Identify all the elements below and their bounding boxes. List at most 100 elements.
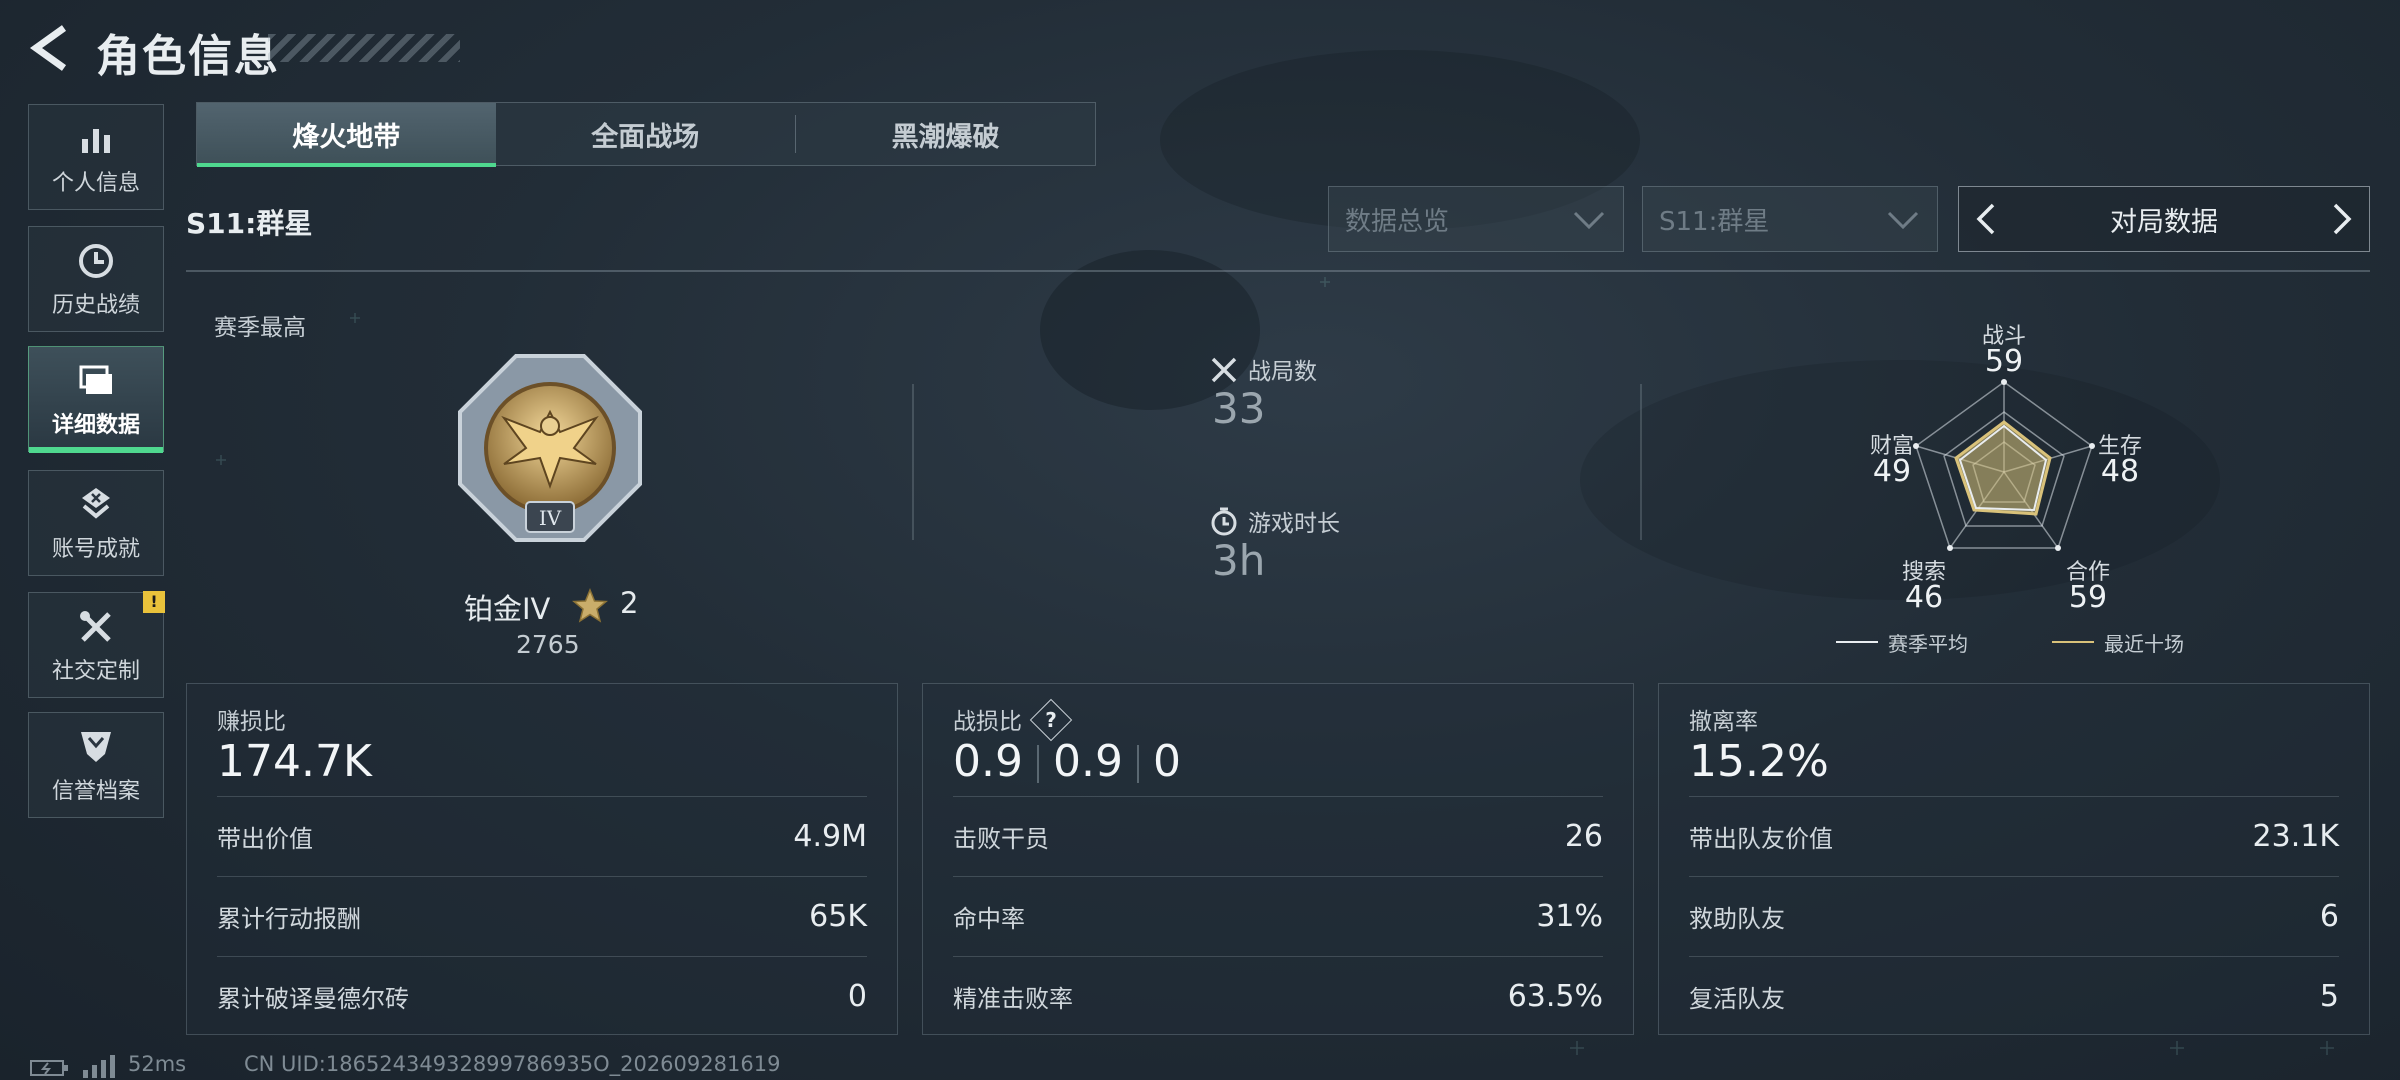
rank-badge-numeral: IV <box>539 506 562 530</box>
back-arrow-icon <box>29 25 67 71</box>
stopwatch-icon <box>1211 507 1237 536</box>
section-divider <box>186 270 2370 272</box>
chevron-down-icon <box>1573 211 1605 230</box>
playtime-label: 游戏时长 <box>1248 511 1340 537</box>
help-icon[interactable]: ? <box>1029 698 1073 741</box>
bar-chart-icon <box>74 117 118 161</box>
stat-value: 0 <box>847 978 867 1014</box>
chevron-down-icon <box>1887 211 1919 230</box>
stat-row: 击败干员 26 <box>953 796 1603 875</box>
kd-value-b: 0.9 <box>1052 736 1123 787</box>
radar-value-search: 46 <box>1904 580 1944 615</box>
chevron-left-icon[interactable] <box>1973 201 1999 237</box>
data-type-label: 对局数据 <box>2110 206 2218 238</box>
achievement-badge-icon <box>74 483 118 527</box>
radar-value-wealth: 49 <box>1872 454 1912 489</box>
sidebar-item-social-custom[interactable]: 社交定制 ! <box>28 591 165 698</box>
stat-label: 累计破译曼德尔砖 <box>217 984 409 1013</box>
stat-label: 带出队友价值 <box>1689 824 1833 853</box>
card-title: 撤离率 <box>1689 709 1758 735</box>
kd-ratio-card: 战损比? 0.9 0.9 0 击败干员 26 命中率 31% 精准击败率 63.5% <box>922 683 1634 1035</box>
overview-dropdown[interactable]: 数据总览 <box>1328 186 1624 252</box>
card-main-value: 174.7K <box>217 736 372 787</box>
card-main-value: 15.2% <box>1689 736 1829 787</box>
title-decoration <box>268 34 460 62</box>
sidebar-item-label: 个人信息 <box>51 171 140 196</box>
folder-stack-icon <box>74 359 118 403</box>
tools-wrench-icon <box>74 605 118 649</box>
value-divider <box>1036 745 1039 783</box>
value-divider <box>1136 745 1139 783</box>
sidebar-item-detailed-data[interactable]: 详细数据 <box>28 346 164 453</box>
mode-tabs: 烽火地带 全面战场 黑潮爆破 <box>196 102 1096 167</box>
stat-label: 击败干员 <box>953 824 1049 853</box>
sidebar-item-credit[interactable]: 信誉档案 <box>28 712 164 818</box>
user-uid: CN UID:18652434932899786935O_20260928161… <box>244 1052 781 1076</box>
stat-row: 精准击败率 63.5% <box>953 956 1603 1035</box>
rank-star-icon <box>572 588 608 623</box>
matches-label: 战局数 <box>1248 359 1317 385</box>
stat-row: 累计破译曼德尔砖 0 <box>217 956 867 1035</box>
summary-divider <box>912 384 914 540</box>
stat-value: 26 <box>1564 818 1603 854</box>
legend-recent-label: 最近十场 <box>2104 632 2184 656</box>
playtime-value: 3h <box>1212 536 1266 585</box>
sidebar-item-history[interactable]: 历史战绩 <box>28 226 164 332</box>
stat-row: 累计行动报酬 65K <box>217 876 867 955</box>
stat-row: 命中率 31% <box>953 876 1603 955</box>
card-title-wrap: 战损比? <box>953 698 1073 741</box>
rank-name: 铂金IV <box>464 592 551 626</box>
sidebar-item-label: 详细数据 <box>51 413 140 438</box>
summary-divider <box>1640 384 1642 540</box>
ping-value: 52ms <box>128 1052 187 1076</box>
stat-label: 精准击败率 <box>953 984 1073 1013</box>
back-button[interactable] <box>28 24 72 72</box>
season-label: S11:群星 <box>186 207 313 240</box>
crossed-swords-icon <box>1211 357 1237 383</box>
alert-badge: ! <box>143 591 165 613</box>
shield-chevron-icon <box>74 725 118 769</box>
stat-label: 复活队友 <box>1689 984 1785 1013</box>
sidebar-item-label: 信誉档案 <box>51 779 140 804</box>
stat-row: 复活队友 5 <box>1689 956 2339 1035</box>
profit-loss-card: 赚损比 174.7K 带出价值 4.9M 累计行动报酬 65K 累计破译曼德尔砖 0 <box>186 683 898 1035</box>
stat-value: 23.1K <box>2252 818 2339 854</box>
battery-icon <box>30 1060 68 1076</box>
matches-value: 33 <box>1212 384 1266 433</box>
legend-average-label: 赛季平均 <box>1888 632 1968 656</box>
season-dropdown[interactable]: S11:群星 <box>1642 186 1938 252</box>
card-title: 赚损比 <box>217 709 286 735</box>
history-clock-icon <box>74 239 118 283</box>
stat-value: 4.9M <box>793 818 867 854</box>
stat-label: 救助队友 <box>1689 904 1785 933</box>
tab-blacktide[interactable]: 黑潮爆破 <box>796 103 1095 165</box>
stat-value: 63.5% <box>1507 978 1603 1014</box>
stat-label: 命中率 <box>953 904 1025 933</box>
overview-dropdown-value: 数据总览 <box>1345 206 1450 237</box>
sidebar-item-label: 社交定制 <box>51 659 140 684</box>
page-title: 角色信息 <box>96 31 280 82</box>
stat-value: 65K <box>809 898 867 934</box>
signal-icon <box>83 1055 115 1078</box>
rank-score: 2765 <box>516 630 580 659</box>
radar-value-survival: 48 <box>2100 454 2140 489</box>
chevron-right-icon[interactable] <box>2329 201 2355 237</box>
legend-recent-swatch <box>2052 641 2094 643</box>
tab-allout-war[interactable]: 全面战场 <box>496 103 795 165</box>
card-main-value: 0.9 0.9 0 <box>953 736 1181 787</box>
sidebar-item-achievements[interactable]: 账号成就 <box>28 470 164 576</box>
radar-value-combat: 59 <box>1984 344 2024 379</box>
rank-emblem: IV <box>458 354 642 542</box>
stat-value: 6 <box>2319 898 2339 934</box>
kd-value-a: 0.9 <box>953 736 1023 787</box>
radar-value-cooperation: 59 <box>2068 580 2108 615</box>
stat-row: 救助队友 6 <box>1689 876 2339 955</box>
season-dropdown-value: S11:群星 <box>1659 206 1770 237</box>
tab-firezone[interactable]: 烽火地带 <box>197 103 496 167</box>
stat-value: 5 <box>2319 978 2339 1014</box>
sidebar-item-personal-info[interactable]: 个人信息 <box>28 104 164 210</box>
stat-row: 带出队友价值 23.1K <box>1689 796 2339 875</box>
season-peak-label: 赛季最高 <box>214 315 306 341</box>
sidebar-item-label: 历史战绩 <box>51 293 140 318</box>
extraction-rate-card: 撤离率 15.2% 带出队友价值 23.1K 救助队友 6 复活队友 5 <box>1658 683 2370 1035</box>
